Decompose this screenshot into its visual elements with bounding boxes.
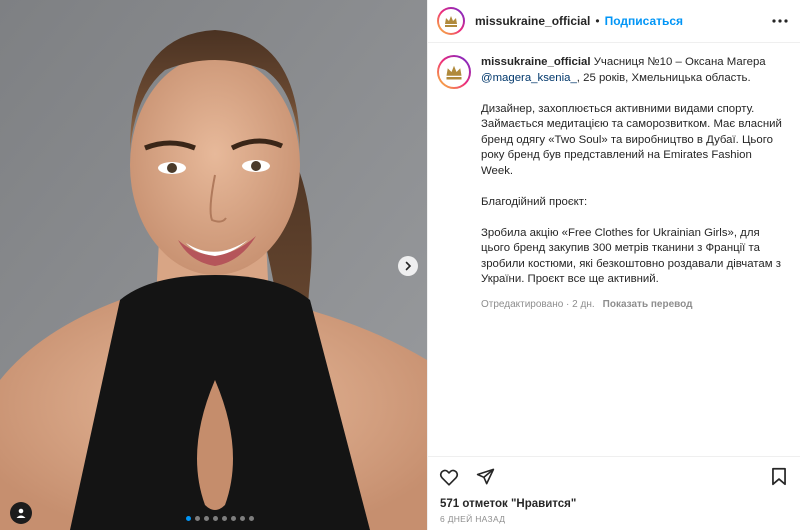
likes-count[interactable]: 571 отметок "Нравится" [428, 498, 800, 510]
caption-mention-link[interactable]: @magera_ksenia_ [481, 72, 577, 84]
carousel-dot [231, 516, 236, 521]
carousel-dot [204, 516, 209, 521]
tagged-users-button[interactable] [10, 502, 32, 524]
caption-intro-text: Учасниця №10 – Оксана Магера [590, 56, 766, 68]
caption: missukraine_official Учасниця №10 – Окса… [437, 55, 786, 313]
more-options-button[interactable] [772, 19, 788, 23]
save-button[interactable] [768, 466, 790, 488]
caption-username[interactable]: missukraine_official [481, 56, 591, 68]
post-timestamp[interactable]: 6 дней назад [428, 514, 800, 524]
caption-paragraph-charity-heading: Благодійний проєкт: [481, 195, 588, 208]
caption-paragraph-bio: Дизайнер, захоплюється активними видами … [481, 102, 782, 177]
caption-avatar[interactable] [437, 55, 471, 89]
chevron-right-icon [405, 261, 412, 271]
share-icon [476, 468, 494, 485]
account-username[interactable]: missukraine_official [475, 14, 590, 28]
caption-intro-tail: , 25 років, Хмельницька область. [576, 71, 751, 84]
avatar-frame [439, 57, 469, 87]
portrait-image [0, 0, 427, 530]
separator-dot: • [595, 14, 600, 28]
like-button[interactable] [438, 466, 460, 488]
post-photo[interactable] [0, 0, 427, 530]
carousel-dot [249, 516, 254, 521]
instagram-post: missukraine_official • Подписаться missu… [0, 0, 800, 530]
caption-intro: missukraine_official Учасниця №10 – Окса… [481, 55, 786, 86]
heart-icon [439, 469, 459, 486]
more-options-icon [772, 19, 788, 23]
bookmark-icon [772, 467, 786, 486]
carousel-dot [222, 516, 227, 521]
crown-logo-icon [445, 16, 457, 27]
share-button[interactable] [474, 466, 496, 488]
caption-paragraph-charity: Зробила акцію «Free Clothes for Ukrainia… [481, 226, 781, 286]
follow-button[interactable]: Подписаться [605, 14, 683, 28]
avatar-frame [439, 9, 463, 33]
caption-meta: Отредактировано · 2 дн. Показать перевод [481, 297, 786, 313]
caption-text: missukraine_official Учасниця №10 – Окса… [481, 55, 786, 313]
carousel-dot [186, 516, 191, 521]
carousel-indicator [186, 516, 254, 521]
edited-timestamp: Отредактировано · 2 дн. [481, 299, 595, 310]
crown-logo-icon [446, 65, 462, 80]
account-avatar[interactable] [437, 7, 465, 35]
user-tag-icon [16, 508, 26, 518]
carousel-next-button[interactable] [398, 256, 418, 276]
comments-area: missukraine_official Учасниця №10 – Окса… [428, 43, 800, 456]
show-translation-button[interactable]: Показать перевод [603, 299, 693, 310]
carousel-dot [213, 516, 218, 521]
carousel-dot [240, 516, 245, 521]
post-side-panel: missukraine_official • Подписаться missu… [427, 0, 800, 530]
action-bar [428, 456, 800, 496]
carousel-dot [195, 516, 200, 521]
post-header: missukraine_official • Подписаться [428, 0, 800, 43]
